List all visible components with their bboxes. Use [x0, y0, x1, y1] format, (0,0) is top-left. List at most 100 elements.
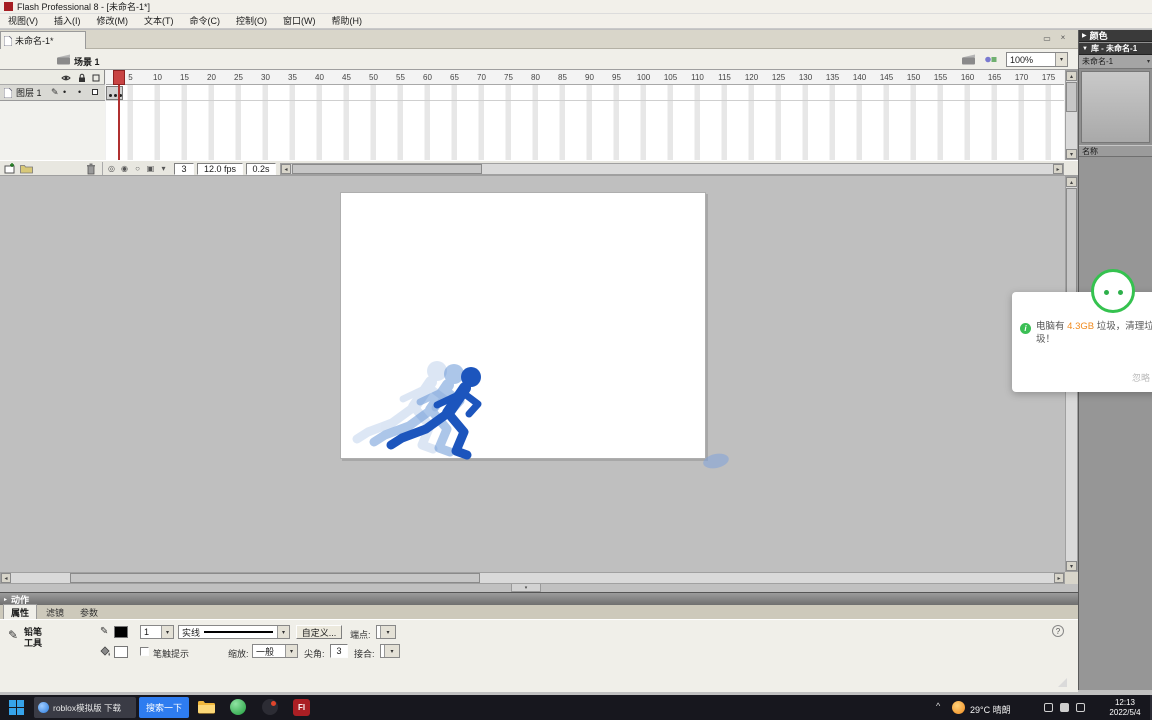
clock[interactable]: 12:13 2022/5/4 [1102, 698, 1148, 718]
lock-icon[interactable] [77, 73, 87, 83]
weather-icon[interactable] [952, 701, 965, 714]
weather-text[interactable]: 29°C 晴朗 [970, 703, 1011, 716]
edit-multiple-frames-icon[interactable]: ▣ [145, 164, 156, 173]
timeline-hscrollbar[interactable]: ◂ ▸ [280, 163, 1064, 175]
onion-outline-icon[interactable]: ○ [132, 164, 143, 173]
cap-select[interactable]: ▾ [376, 625, 396, 639]
browser-icon [38, 702, 49, 713]
keyframe-span[interactable] [106, 86, 123, 100]
scroll-up-icon[interactable]: ▴ [1066, 177, 1077, 187]
layer-row[interactable]: 图层 1 ✎ • • [0, 85, 105, 101]
miter-input[interactable]: 3 [330, 644, 348, 658]
edit-bar: 场景 1 100% ▾ [0, 49, 1078, 70]
add-layer-button[interactable] [4, 163, 16, 174]
actions-panel-header[interactable]: ▸ 动作 [0, 592, 1078, 605]
custom-stroke-button[interactable]: 自定义... [296, 625, 342, 639]
menu-item[interactable]: 帮助(H) [324, 14, 371, 29]
zoom-select[interactable]: 100% ▾ [1006, 52, 1068, 67]
tray-chevron-icon[interactable]: ^ [936, 701, 940, 711]
library-item-list[interactable] [1079, 157, 1152, 690]
outline-column-icon[interactable] [91, 73, 101, 83]
menu-item[interactable]: 文本(T) [136, 14, 182, 29]
menu-item[interactable]: 窗口(W) [275, 14, 324, 29]
tray-icon[interactable] [1076, 703, 1085, 712]
fill-color-swatch[interactable] [114, 646, 128, 658]
scroll-right-icon[interactable]: ▸ [1053, 164, 1063, 174]
stroke-width-select[interactable]: 1 ▾ [140, 625, 174, 639]
info-icon: i [1020, 323, 1031, 334]
doc-close-icon[interactable]: × [1058, 33, 1068, 42]
flash-app-icon[interactable]: Fl [293, 699, 310, 716]
tab-properties[interactable]: 属性 [3, 604, 38, 620]
ruler-number: 30 [261, 72, 270, 82]
menu-item[interactable]: 插入(I) [46, 14, 89, 29]
document-tab[interactable]: 未命名-1* [0, 31, 86, 49]
help-icon[interactable]: ? [1052, 625, 1064, 637]
stage-hscrollbar[interactable]: ◂ ▸ [0, 572, 1065, 584]
library-name-column-header[interactable]: 名称 [1079, 145, 1152, 157]
edit-scene-button[interactable] [962, 54, 975, 65]
library-document-select[interactable]: 未命名-1 ▾ [1079, 55, 1152, 69]
stroke-style-select[interactable]: 实线 ▾ [178, 625, 290, 639]
eye-icon[interactable] [61, 73, 71, 83]
file-explorer-icon[interactable] [197, 700, 215, 714]
menu-item[interactable]: 控制(O) [228, 14, 275, 29]
frames-grid[interactable] [106, 85, 1064, 160]
edit-symbols-button[interactable] [984, 54, 997, 65]
onion-skin-icon[interactable]: ◉ [119, 164, 130, 173]
running-figure-drawing[interactable] [330, 350, 760, 475]
menu-item[interactable]: 命令(C) [182, 14, 229, 29]
stroke-color-swatch[interactable] [114, 626, 128, 638]
scroll-down-icon[interactable]: ▾ [1066, 561, 1077, 571]
scroll-left-icon[interactable]: ◂ [1, 573, 11, 583]
layers-header [0, 70, 105, 85]
delete-layer-button[interactable] [86, 163, 96, 175]
taskbar-window-roblox[interactable]: roblox模拟版 下载 [34, 697, 136, 718]
stage-area[interactable]: ▴ ▾ ◂ ▸ [0, 176, 1078, 584]
cleaner-mascot-icon[interactable] [1091, 269, 1135, 313]
frame-rate-indicator[interactable]: 12.0 fps [197, 163, 243, 175]
document-tab-bar: 未命名-1* ▭ × [0, 30, 1078, 49]
layer-name[interactable]: 图层 1 [16, 86, 42, 99]
scroll-left-icon[interactable]: ◂ [281, 164, 291, 174]
scene-name-label[interactable]: 场景 1 [74, 55, 100, 68]
layer-lock-dot[interactable]: • [78, 87, 81, 97]
modify-markers-icon[interactable]: ▾ [158, 164, 169, 173]
playhead-marker[interactable] [113, 70, 125, 85]
layer-visible-dot[interactable]: • [63, 87, 66, 97]
doc-minimize-icon[interactable]: ▭ [1042, 34, 1052, 43]
tab-parameters[interactable]: 参数 [73, 605, 105, 620]
dark-browser-icon[interactable] [262, 699, 278, 715]
layer-outline-swatch[interactable] [92, 89, 98, 95]
color-panel-title: 颜色 [1089, 31, 1108, 41]
timeline-frames[interactable]: 5 10 15 20 25 30 35 40 45 50 55 60 65 70 75 80 85 90 95 100… [106, 70, 1064, 160]
scroll-up-icon[interactable]: ▴ [1066, 71, 1077, 81]
current-frame-indicator: 3 [174, 163, 194, 175]
start-button[interactable] [9, 700, 24, 717]
color-panel-header[interactable]: ▶ 颜色 [1079, 30, 1152, 42]
stroke-hint-checkbox[interactable] [140, 647, 149, 656]
keyframe-dot [114, 94, 117, 97]
center-frame-icon[interactable]: ◎ [106, 164, 117, 173]
green-browser-icon[interactable] [230, 699, 246, 715]
library-panel-header[interactable]: ▼ 库 - 未命名-1 [1079, 43, 1152, 55]
scroll-right-icon[interactable]: ▸ [1054, 573, 1064, 583]
tray-icon[interactable] [1044, 703, 1053, 712]
stroke-hint-label[interactable]: 笔触提示 [153, 647, 189, 660]
toast-dismiss-button[interactable]: 忽略 [1132, 371, 1150, 384]
frame-ruler[interactable]: 5 10 15 20 25 30 35 40 45 50 55 60 65 70 75 80 85 90 95 100… [106, 70, 1064, 85]
search-button[interactable]: 搜索一下 [139, 697, 189, 718]
menu-item[interactable]: 视图(V) [0, 14, 46, 29]
tray-icon[interactable] [1060, 703, 1069, 712]
scroll-down-icon[interactable]: ▾ [1066, 149, 1077, 159]
menu-item[interactable]: 修改(M) [89, 14, 137, 29]
ruler-number: 155 [933, 72, 948, 82]
join-select[interactable]: ▾ [380, 644, 400, 658]
tab-filters[interactable]: 滤镜 [39, 605, 71, 620]
panel-resize-icon[interactable] [1058, 678, 1067, 687]
scale-select[interactable]: 一般 ▾ [252, 644, 298, 658]
timeline-vscrollbar[interactable]: ▴ ▾ [1065, 70, 1078, 160]
flash-icon-glyph: Fl [297, 703, 306, 712]
panel-collapse-handle[interactable]: ▾ [511, 584, 541, 592]
add-folder-button[interactable] [20, 164, 33, 174]
